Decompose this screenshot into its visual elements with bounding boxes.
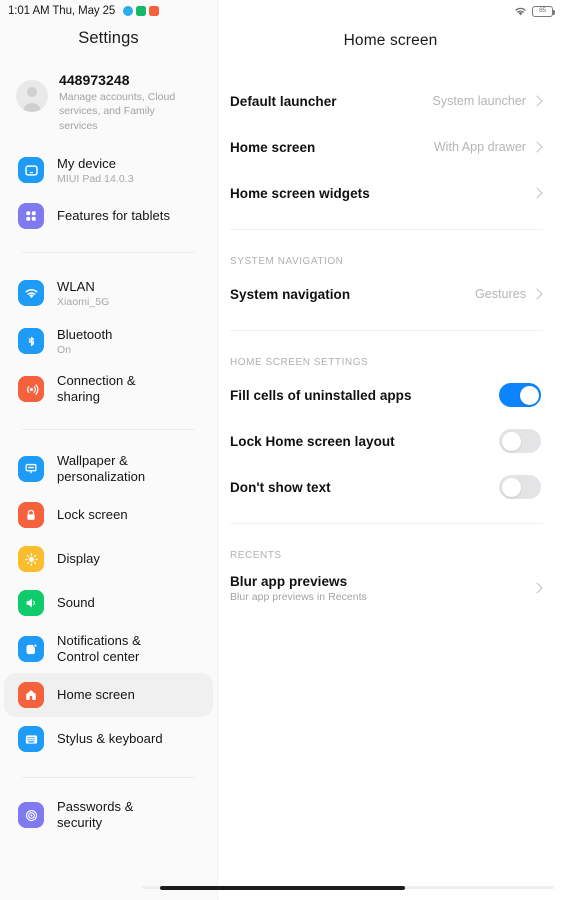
grid-apps-icon [18, 203, 44, 230]
sidebar-item-label: Wallpaper & personalization [57, 453, 146, 485]
row-lock-home-screen-layout[interactable]: Lock Home screen layout [230, 418, 543, 464]
chevron-right-icon [531, 95, 543, 107]
sidebar-item-stylus-keyboard[interactable]: Stylus & keyboard [4, 717, 213, 761]
notifications-icon [18, 636, 44, 663]
sidebar-title: Settings [78, 29, 139, 47]
sidebar-item-label: Display [57, 551, 100, 567]
sidebar-item-label: Lock screen [57, 507, 128, 523]
sidebar-item-passwords-security[interactable]: Passwords & security [4, 791, 213, 839]
row-dont-show-text[interactable]: Don't show text [230, 464, 543, 510]
chevron-right-icon [531, 141, 543, 153]
sidebar-item-lock-screen[interactable]: Lock screen [4, 493, 213, 537]
sidebar-item-label: Connection & sharing [57, 373, 136, 405]
row-label: Don't show text [230, 479, 331, 495]
sidebar-item-label: Notifications & Control center [57, 633, 141, 665]
sidebar-item-connection-sharing[interactable]: Connection & sharing [4, 365, 213, 413]
home-icon [18, 682, 44, 709]
account-name: 448973248 [59, 72, 130, 88]
row-label: Home screen widgets [230, 185, 370, 201]
sidebar-item-sound[interactable]: Sound [4, 581, 213, 625]
row-blur-app-previews[interactable]: Blur app previews Blur app previews in R… [230, 565, 543, 611]
speaker-icon [18, 590, 44, 617]
sidebar-item-my-device[interactable]: My device MIUI Pad 14.0.3 [4, 146, 213, 194]
account-subtitle: Manage accounts, Cloud services, and Fam… [59, 91, 176, 132]
settings-app-window: 1:01 AM Thu, May 25 85 Settings 44897324… [0, 0, 563, 900]
row-home-screen-widgets[interactable]: Home screen widgets [230, 170, 543, 216]
section-divider [230, 523, 543, 524]
chevron-right-icon [531, 187, 543, 199]
tablet-icon [18, 157, 44, 184]
gesture-bar-handle[interactable] [160, 885, 405, 890]
sidebar-item-sublabel: MIUI Pad 14.0.3 [57, 173, 134, 186]
sidebar-item-sublabel: On [57, 344, 72, 357]
row-value: Gestures [475, 287, 526, 301]
row-label: Default launcher [230, 93, 337, 109]
gesture-navigation-bar[interactable] [0, 883, 563, 891]
settings-sidebar: Settings 448973248 Manage accounts, Clou… [0, 0, 218, 900]
sidebar-item-bluetooth[interactable]: Bluetooth On [4, 317, 213, 365]
row-label: Lock Home screen layout [230, 433, 395, 449]
bluetooth-icon [18, 328, 44, 355]
section-header-recents: Recents [230, 550, 282, 561]
row-fill-cells-uninstalled-apps[interactable]: Fill cells of uninstalled apps [230, 372, 543, 418]
sidebar-item-label: WLAN [57, 278, 95, 294]
row-system-navigation[interactable]: System navigation Gestures [230, 271, 543, 317]
wifi-icon [18, 280, 44, 307]
sidebar-item-features-for-tablets[interactable]: Features for tablets [4, 194, 213, 238]
row-label: Home screen [230, 139, 316, 155]
row-sublabel: Blur app previews in Recents [230, 590, 367, 603]
toggle-dont-show-text[interactable] [499, 475, 541, 499]
sidebar-item-wlan[interactable]: WLAN Xiaomi_5G [4, 269, 213, 317]
section-header-system-navigation: System navigation [230, 256, 344, 267]
sidebar-item-label: Sound [57, 595, 95, 611]
sidebar-item-label: My device [57, 155, 116, 171]
sidebar-item-label: Features for tablets [57, 208, 170, 224]
chevron-right-icon [531, 288, 543, 300]
settings-list: Default launcher System launcher Home sc… [218, 78, 563, 611]
keyboard-icon [18, 726, 44, 753]
section-divider [230, 330, 543, 331]
sidebar-item-sublabel: Xiaomi_5G [57, 296, 110, 309]
row-value: System launcher [432, 94, 526, 108]
page-title: Home screen [343, 32, 438, 49]
toggle-lock-home-screen-layout[interactable] [499, 429, 541, 453]
row-default-launcher[interactable]: Default launcher System launcher [230, 78, 543, 124]
lock-icon [18, 502, 44, 529]
toggle-knob [501, 431, 521, 451]
row-label: System navigation [230, 286, 351, 302]
connection-sharing-icon [18, 376, 44, 403]
sidebar-item-home-screen[interactable]: Home screen [4, 673, 213, 718]
sidebar-item-account[interactable]: 448973248 Manage accounts, Cloud service… [0, 71, 217, 133]
sidebar-item-label: Bluetooth [57, 326, 113, 342]
section-divider [230, 229, 543, 230]
sidebar-item-wallpaper-personalization[interactable]: Wallpaper & personalization [4, 445, 213, 493]
sidebar-item-label: Passwords & security [57, 799, 134, 831]
section-header-home-screen-settings: Home screen settings [230, 357, 369, 368]
home-screen-settings-panel: Home screen Default launcher System laun… [218, 0, 563, 900]
toggle-knob [519, 385, 539, 405]
row-home-screen-mode[interactable]: Home screen With App drawer [230, 124, 543, 170]
fingerprint-shield-icon [18, 802, 44, 829]
toggle-knob [501, 477, 521, 497]
sidebar-item-label: Stylus & keyboard [57, 731, 163, 747]
sidebar-item-display[interactable]: Display [4, 537, 213, 581]
brightness-icon [18, 546, 44, 573]
row-value: With App drawer [433, 140, 526, 154]
sidebar-item-label: Home screen [57, 687, 135, 703]
row-label: Fill cells of uninstalled apps [230, 387, 412, 403]
toggle-fill-cells-uninstalled-apps[interactable] [499, 383, 541, 407]
sidebar-item-notifications-control-center[interactable]: Notifications & Control center [4, 625, 213, 673]
chevron-right-icon [531, 582, 543, 594]
wallpaper-icon [18, 456, 44, 483]
row-label: Blur app previews [230, 573, 348, 589]
person-avatar-icon [16, 80, 48, 112]
